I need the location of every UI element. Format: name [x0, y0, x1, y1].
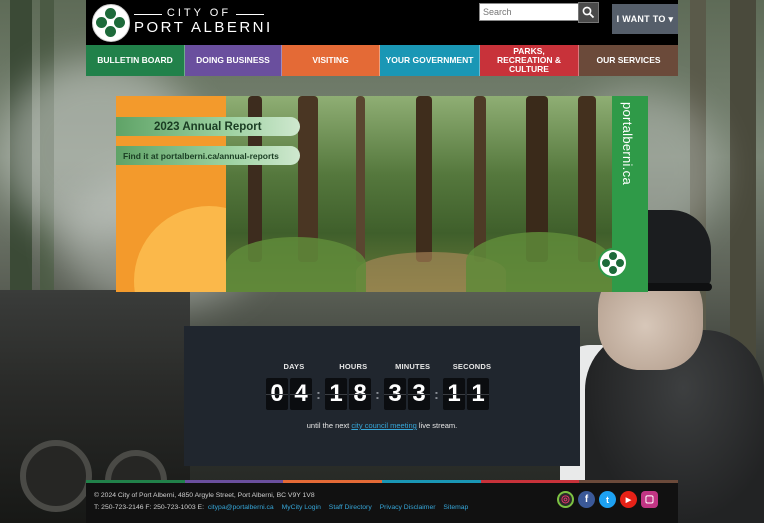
- nav-your-government[interactable]: YOUR GOVERNMENT: [380, 45, 480, 76]
- minutes-group: 3 3: [384, 378, 430, 410]
- footer-link-sitemap[interactable]: Sitemap: [443, 504, 468, 511]
- separator: :: [316, 386, 321, 402]
- city-logo-icon[interactable]: [92, 4, 130, 42]
- seal-leaf: [609, 252, 617, 260]
- brand-name: PORT ALBERNI: [134, 19, 273, 36]
- countdown-widget: DAYS HOURS MINUTES SECONDS 0 4 : 1 8 : 3…: [184, 326, 580, 466]
- digit: 1: [443, 378, 465, 410]
- days-group: 0 4: [266, 378, 312, 410]
- seal-leaf: [609, 266, 617, 274]
- search-icon: [582, 6, 595, 19]
- nav-bulletin-board[interactable]: BULLETIN BOARD: [86, 45, 185, 76]
- tree-trunk: [416, 96, 432, 262]
- instagram-icon[interactable]: ▢: [641, 491, 658, 508]
- digit: 0: [266, 378, 288, 410]
- fern: [226, 237, 366, 292]
- nav-parks-recreation-culture[interactable]: PARKS, RECREATION & CULTURE: [480, 45, 579, 76]
- label-days: DAYS: [283, 362, 305, 371]
- note-prefix: until the next: [306, 421, 350, 430]
- podcast-icon[interactable]: ◎: [557, 491, 574, 508]
- countdown-labels: DAYS HOURS MINUTES SECONDS: [268, 362, 498, 371]
- wheel: [20, 440, 92, 512]
- banner-seal-icon: [598, 248, 628, 278]
- digit: 3: [408, 378, 430, 410]
- footer-link-mycity-login[interactable]: MyCity Login: [282, 504, 321, 511]
- tree-trunk: [474, 96, 486, 262]
- footer-phones: T: 250-723-2146 F: 250-723-1003 E:: [94, 504, 204, 511]
- footer-email-link[interactable]: citypa@portalberni.ca: [208, 504, 274, 511]
- digit: 1: [325, 378, 347, 410]
- footer-link-privacy-disclaimer[interactable]: Privacy Disclaimer: [380, 504, 436, 511]
- annual-report-link[interactable]: Find it at portalberni.ca/annual-reports: [116, 146, 300, 165]
- footer-address: © 2024 City of Port Alberni, 4850 Argyle…: [94, 492, 315, 499]
- youtube-icon[interactable]: ▶: [620, 491, 637, 508]
- footer-link-staff-directory[interactable]: Staff Directory: [329, 504, 372, 511]
- nav-our-services[interactable]: OUR SERVICES: [579, 45, 678, 76]
- nav-visiting[interactable]: VISITING: [282, 45, 380, 76]
- stripe-segment: [382, 480, 481, 483]
- facebook-icon[interactable]: f: [578, 491, 595, 508]
- label-minutes: MINUTES: [395, 362, 431, 371]
- nav-doing-business[interactable]: DOING BUSINESS: [185, 45, 282, 76]
- site-footer: © 2024 City of Port Alberni, 4850 Argyle…: [86, 480, 679, 523]
- separator: :: [434, 386, 439, 402]
- stripe-segment: [579, 480, 679, 483]
- countdown-note: until the next city council meeting live…: [184, 421, 580, 430]
- seconds-group: 1 1: [443, 378, 489, 410]
- council-meeting-link[interactable]: city council meeting: [351, 421, 416, 430]
- fern: [466, 232, 612, 292]
- separator: :: [375, 386, 380, 402]
- annual-report-title: 2023 Annual Report: [116, 117, 300, 136]
- stripe-segment: [283, 480, 383, 483]
- search-button[interactable]: [578, 2, 599, 23]
- stripe-segment: [86, 480, 185, 483]
- i-want-to-dropdown[interactable]: I WANT TO ▾: [612, 4, 678, 34]
- hours-group: 1 8: [325, 378, 371, 410]
- seal-leaf: [602, 259, 610, 267]
- site-header: CITY OF PORT ALBERNI I WANT TO ▾: [86, 0, 678, 45]
- hero-banner[interactable]: portalberni.ca 2023 Annual Report Find i…: [116, 96, 648, 292]
- digit: 3: [384, 378, 406, 410]
- search-input[interactable]: [479, 3, 582, 21]
- logo-leaf: [105, 8, 116, 19]
- main-nav: BULLETIN BOARD DOING BUSINESS VISITING Y…: [86, 45, 678, 76]
- logo-leaf: [96, 17, 107, 28]
- digit: 1: [467, 378, 489, 410]
- seal-leaf: [616, 259, 624, 267]
- label-seconds: SECONDS: [452, 362, 492, 371]
- brand-top: CITY OF: [134, 8, 264, 19]
- footer-contact: T: 250-723-2146 F: 250-723-1003 E: cityp…: [94, 504, 468, 511]
- note-suffix: live stream.: [418, 421, 458, 430]
- logo-leaf: [105, 26, 116, 37]
- social-links: ◎ f t ▶ ▢: [557, 491, 658, 508]
- countdown-digits: 0 4 : 1 8 : 3 3 : 1 1: [266, 378, 489, 410]
- twitter-icon[interactable]: t: [599, 491, 616, 508]
- footer-color-stripe: [86, 480, 679, 483]
- stripe-segment: [184, 480, 284, 483]
- label-hours: HOURS: [339, 362, 368, 371]
- logo-leaf: [114, 17, 125, 28]
- tree-trunk: [356, 96, 365, 262]
- stripe-segment: [480, 480, 580, 483]
- digit: 8: [349, 378, 371, 410]
- banner-domain: portalberni.ca: [620, 102, 635, 185]
- digit: 4: [290, 378, 312, 410]
